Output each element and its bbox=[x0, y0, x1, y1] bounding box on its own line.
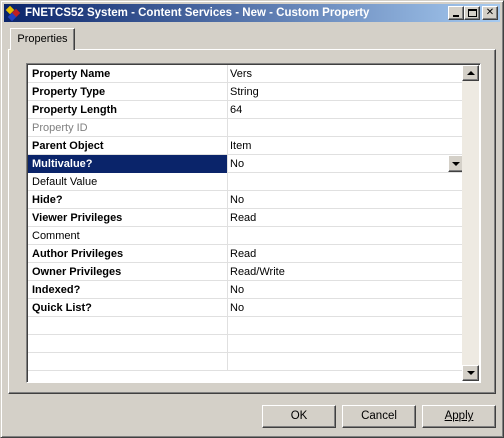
property-value-cell[interactable]: Item bbox=[228, 137, 464, 155]
caption-buttons: ✕ bbox=[448, 6, 498, 20]
property-name-cell[interactable]: Default Value bbox=[28, 172, 228, 191]
property-value-cell[interactable] bbox=[228, 173, 464, 191]
property-name-cell[interactable]: Parent Object bbox=[28, 136, 228, 155]
property-value-cell[interactable]: No bbox=[228, 281, 464, 299]
property-value-text: Read bbox=[230, 247, 257, 260]
property-row[interactable]: Indexed? No bbox=[28, 280, 464, 299]
chevron-down-icon bbox=[452, 161, 460, 166]
property-name-cell[interactable]: Property Length bbox=[28, 100, 228, 119]
apply-button[interactable]: Apply bbox=[422, 405, 496, 428]
property-name-cell[interactable]: Indexed? bbox=[28, 280, 228, 299]
property-row[interactable]: Comment bbox=[28, 226, 464, 245]
minimize-icon bbox=[453, 15, 459, 17]
scroll-up-button[interactable] bbox=[462, 65, 479, 81]
property-row[interactable]: Property ID bbox=[28, 118, 464, 137]
property-value-cell[interactable]: Vers bbox=[228, 65, 464, 83]
property-name-cell[interactable]: Property Type bbox=[28, 82, 228, 101]
property-value-cell[interactable]: No bbox=[228, 191, 464, 209]
empty-row bbox=[28, 352, 464, 371]
property-row[interactable]: Parent Object Item bbox=[28, 136, 464, 155]
property-value-text: String bbox=[230, 85, 259, 98]
close-icon: ✕ bbox=[485, 7, 495, 18]
property-row[interactable]: Quick List? No bbox=[28, 298, 464, 317]
property-value-cell[interactable] bbox=[228, 119, 464, 137]
window-title: FNETCS52 System - Content Services - New… bbox=[25, 7, 370, 19]
property-value-text: No bbox=[230, 157, 245, 170]
property-value-text: Item bbox=[230, 139, 252, 152]
property-grid: Property Name Vers Property Type String Prop… bbox=[26, 63, 481, 383]
close-button[interactable]: ✕ bbox=[482, 6, 498, 20]
property-row[interactable]: Author Privileges Read bbox=[28, 244, 464, 263]
property-row[interactable]: Viewer Privileges Read bbox=[28, 208, 464, 227]
cancel-button[interactable]: Cancel bbox=[342, 405, 416, 428]
arrow-down-icon bbox=[467, 371, 475, 375]
property-name-cell[interactable]: Hide? bbox=[28, 190, 228, 209]
property-name-cell[interactable]: Viewer Privileges bbox=[28, 208, 228, 227]
empty-name-cell bbox=[28, 316, 228, 335]
scroll-down-button[interactable] bbox=[462, 365, 479, 381]
property-value-cell[interactable] bbox=[228, 227, 464, 245]
property-grid-rows: Property Name Vers Property Type String Prop… bbox=[28, 64, 464, 371]
empty-row bbox=[28, 334, 464, 353]
property-name-cell[interactable]: Property Name bbox=[28, 64, 228, 83]
tab-properties[interactable]: Properties bbox=[10, 28, 75, 50]
empty-value-cell bbox=[228, 317, 464, 335]
property-value-text: 64 bbox=[230, 103, 243, 116]
property-value-cell[interactable]: Read bbox=[228, 245, 464, 263]
ok-button[interactable]: OK bbox=[262, 405, 336, 428]
property-value-cell[interactable]: 64 bbox=[228, 101, 464, 119]
property-value-cell[interactable]: String bbox=[228, 83, 464, 101]
property-row[interactable]: Multivalue? No bbox=[28, 154, 464, 173]
property-row[interactable]: Owner Privileges Read/Write bbox=[28, 262, 464, 281]
apply-label: Apply bbox=[444, 410, 474, 422]
property-value-text: No bbox=[230, 193, 245, 206]
property-name-cell[interactable]: Property ID bbox=[28, 118, 228, 137]
property-value-cell[interactable]: Read bbox=[228, 209, 464, 227]
vertical-scrollbar[interactable] bbox=[462, 65, 479, 381]
property-value-text: No bbox=[230, 301, 245, 314]
property-row[interactable]: Default Value bbox=[28, 172, 464, 191]
property-name-cell[interactable]: Multivalue? bbox=[28, 154, 228, 173]
property-value-cell[interactable]: Read/Write bbox=[228, 263, 464, 281]
property-name-cell[interactable]: Author Privileges bbox=[28, 244, 228, 263]
empty-name-cell bbox=[28, 352, 228, 371]
dialog-window: FNETCS52 System - Content Services - New… bbox=[0, 0, 504, 438]
property-value-text: Vers bbox=[230, 67, 253, 80]
property-row[interactable]: Hide? No bbox=[28, 190, 464, 209]
empty-name-cell bbox=[28, 334, 228, 353]
property-row[interactable]: Property Type String bbox=[28, 82, 464, 101]
property-value-text: No bbox=[230, 283, 245, 296]
property-name-cell[interactable]: Owner Privileges bbox=[28, 262, 228, 281]
maximize-button[interactable] bbox=[464, 6, 480, 20]
minimize-button[interactable] bbox=[448, 6, 464, 20]
property-name-cell[interactable]: Quick List? bbox=[28, 298, 228, 317]
empty-value-cell bbox=[228, 353, 464, 371]
title-bar[interactable]: FNETCS52 System - Content Services - New… bbox=[4, 4, 500, 22]
filenet-icon bbox=[5, 5, 22, 22]
property-value-text: Read bbox=[230, 211, 257, 224]
arrow-up-icon bbox=[467, 71, 475, 75]
property-value-text: Read/Write bbox=[230, 265, 285, 278]
property-row[interactable]: Property Length 64 bbox=[28, 100, 464, 119]
property-value-cell[interactable]: No bbox=[228, 299, 464, 317]
maximize-icon bbox=[468, 9, 477, 17]
property-value-dropdown[interactable]: No bbox=[228, 154, 464, 173]
empty-value-cell bbox=[228, 335, 464, 353]
property-row[interactable]: Property Name Vers bbox=[28, 64, 464, 83]
property-name-cell[interactable]: Comment bbox=[28, 226, 228, 245]
empty-row bbox=[28, 316, 464, 335]
